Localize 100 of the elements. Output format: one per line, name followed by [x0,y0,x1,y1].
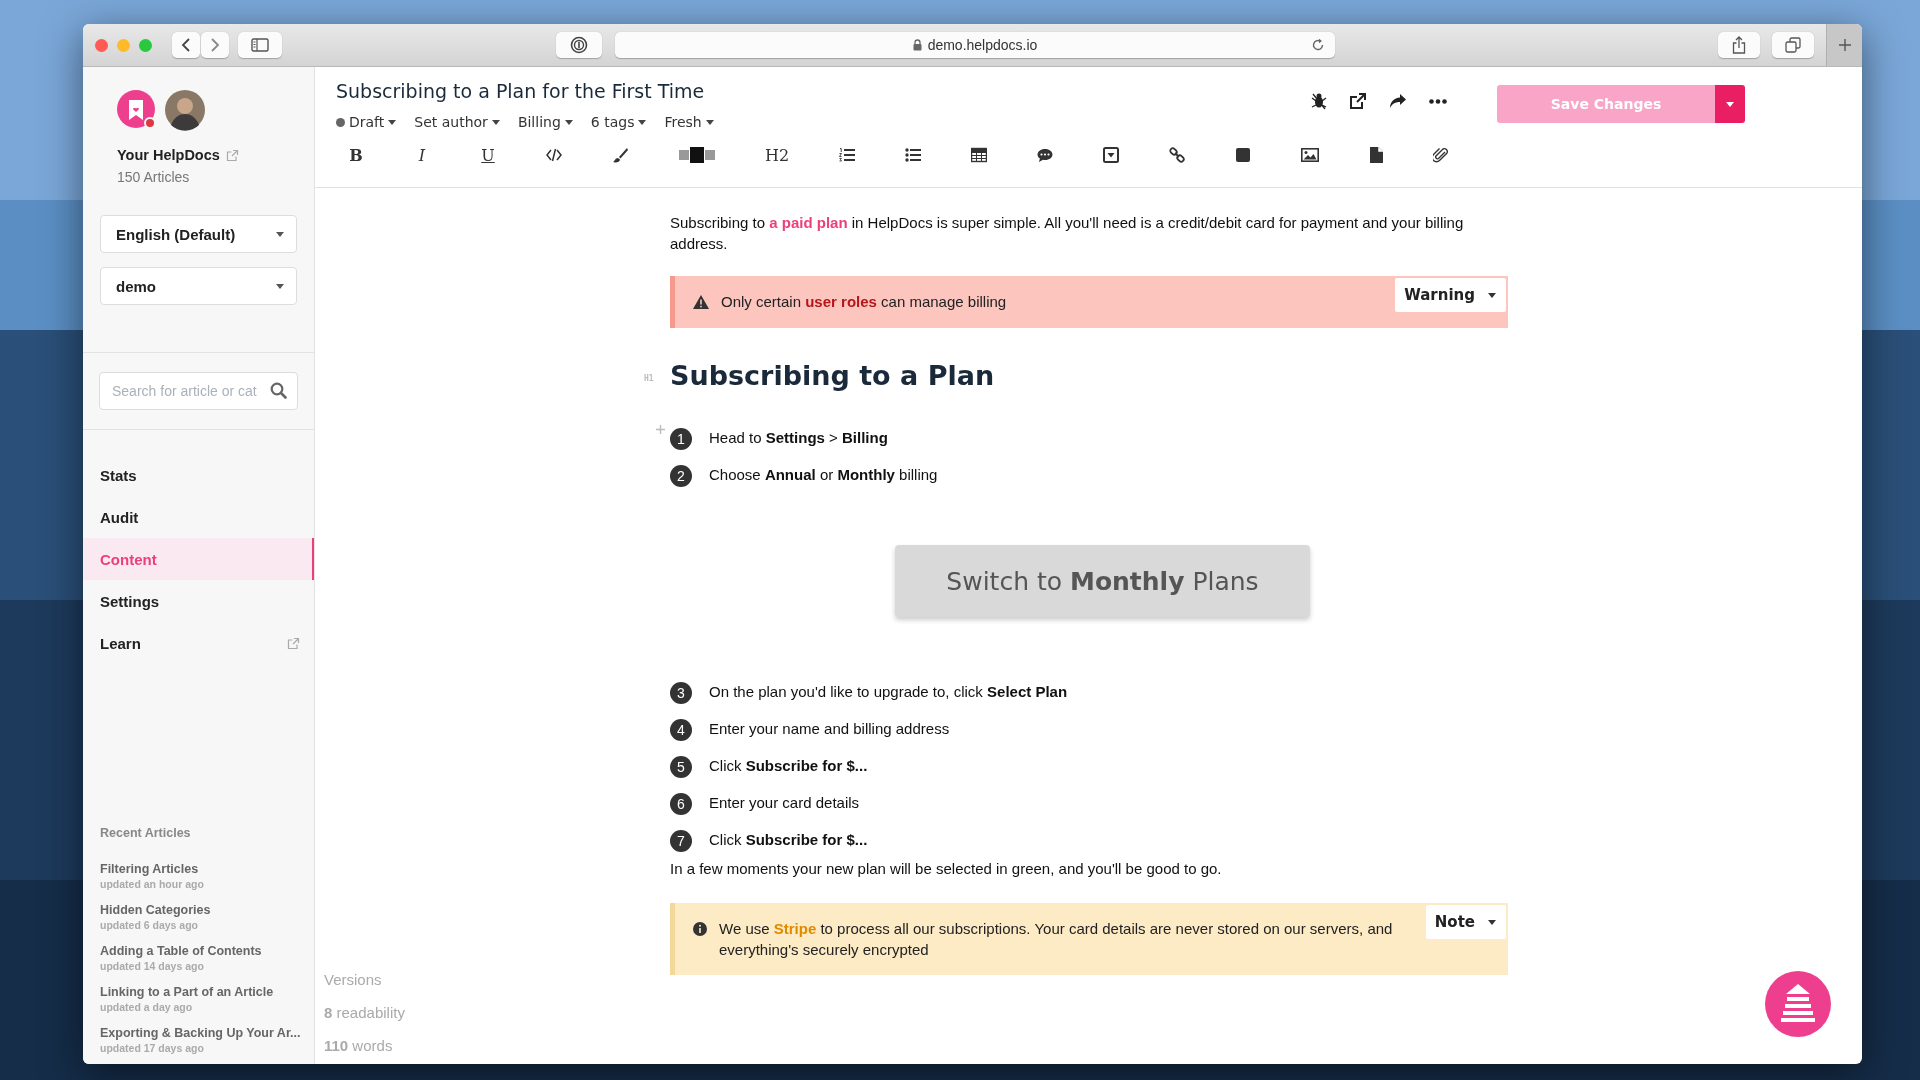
address-bar[interactable]: demo.helpdocs.io [615,32,1335,58]
chevron-right-icon [210,37,220,53]
step-text: Enter your name and billing address [709,720,950,737]
square-icon[interactable] [1235,147,1252,163]
bug-icon[interactable] [1311,92,1327,110]
forward-button[interactable] [201,32,229,58]
nav-item[interactable]: Stats [83,454,314,496]
tabs-icon [1785,37,1801,53]
color-swatches-icon[interactable] [679,147,715,163]
info-icon [693,922,707,936]
article-stat: 8 readability [324,1004,406,1021]
reload-icon[interactable] [1311,38,1325,52]
format-button[interactable]: B [348,145,364,165]
callout-type-dropdown[interactable]: Warning [1395,278,1506,312]
status-dropdown[interactable]: Draft [336,114,397,130]
step-number: 6 [670,793,692,815]
caret-icon [1488,292,1496,298]
section-heading: Subscribing to a Plan [670,360,995,391]
caret-icon [1488,919,1496,925]
section-heading: Recent Articles [100,826,192,840]
link[interactable]: a paid plan [769,214,848,231]
format-button[interactable]: U [480,145,496,165]
user-avatar[interactable] [164,89,206,131]
article-link[interactable]: Exporting & Backing Up Your Ar... [100,1026,301,1040]
caret-icon [388,119,397,125]
new-tab-button[interactable] [1826,24,1862,66]
status-dot-icon [336,117,345,127]
link[interactable]: user roles [805,293,877,310]
keyhole-icon [570,36,588,54]
table-icon[interactable] [971,147,988,163]
updated-time: updated 14 days ago [100,960,204,972]
chevron-left-icon [181,37,191,53]
meta-dropdown[interactable]: Fresh [664,114,714,130]
image-icon[interactable] [1301,147,1320,163]
more-icon[interactable] [1429,98,1447,104]
search-icon[interactable] [270,382,287,399]
share-button[interactable] [1718,32,1760,58]
search-field[interactable]: Search for article or cat [99,372,298,410]
step-text: Head to Settings > Billing [709,429,888,446]
help-chat-button[interactable] [1764,970,1832,1038]
format-button[interactable]: H2 [765,145,790,165]
warning-icon [693,295,709,309]
dropdown-select[interactable]: demo [100,267,297,305]
article-count: 150 Articles [117,169,191,185]
tabs-overview-button[interactable] [1772,32,1814,58]
caret-icon [276,283,284,289]
meta-dropdown[interactable]: Billing [517,114,573,130]
back-button[interactable] [172,32,200,58]
callout-type-dropdown[interactable]: Note [1425,905,1506,939]
plus-icon [1837,38,1852,52]
paperclip-icon[interactable] [1433,147,1450,163]
nav-item[interactable]: Settings [83,580,314,622]
article-stat: 110 words [324,1037,394,1054]
numbered-list-icon[interactable] [839,147,856,163]
document-icon[interactable] [1369,147,1384,163]
logo-icon [116,89,158,131]
article-link[interactable]: Adding a Table of Contents [100,944,262,958]
callout-text: We use Stripe to process all our subscriptions. Your card details are never stored on our servers, and everything's securely encrypted [719,919,1394,960]
dropdown-box-icon[interactable] [1103,147,1120,163]
caret-icon [491,119,500,125]
step-text: Click Subscribe for $... [709,757,868,774]
paragraph: Subscribing to a paid plan in HelpDocs is super simple. All you'll need is a credit/debit card for payment and your billing address. [670,213,1465,254]
paragraph: In a few moments your new plan will be selected in green, and you'll be good to go. [670,859,1223,879]
password-manager-button[interactable] [556,32,602,58]
callout-text: Only certain user roles can manage billing [721,292,1008,312]
link-icon[interactable] [1169,147,1186,163]
heading-level-label: H1 [644,374,655,383]
step-number: 1 [670,428,692,450]
speech-bubble-icon[interactable] [1037,147,1054,163]
step-number: 5 [670,756,692,778]
step-text: Click Subscribe for $... [709,831,868,848]
step-number: 4 [670,719,692,741]
format-button[interactable]: I [414,145,430,165]
updated-time: updated 17 days ago [100,1042,204,1054]
meta-dropdown[interactable]: Set author [414,114,500,130]
article-link[interactable]: Filtering Articles [100,862,199,876]
step-number: 2 [670,465,692,487]
bullet-list-icon[interactable] [905,147,922,163]
external-link-icon[interactable] [1349,92,1367,110]
sidebar-icon [251,38,269,52]
nav-item[interactable]: Learn [83,622,314,664]
article-title[interactable]: Subscribing to a Plan for the First Time [336,80,1311,102]
url-text: demo.helpdocs.io [927,37,1038,53]
meta-dropdown[interactable]: 6 tags [590,114,647,130]
article-stat: Versions [324,971,383,988]
external-link-icon [287,636,300,650]
share-icon [1732,36,1746,54]
step-text: Enter your card details [709,794,860,811]
caret-icon [638,119,647,125]
site-name[interactable]: Your HelpDocs [117,147,220,163]
code-icon[interactable] [546,147,562,163]
step-number: 3 [670,682,692,704]
caret-icon [1726,101,1734,107]
article-link[interactable]: Linking to a Part of an Article [100,985,274,999]
brush-icon[interactable] [612,147,629,163]
dropdown-select[interactable]: English (Default) [100,215,297,253]
article-link[interactable]: Hidden Categories [100,903,211,917]
sidebar-toggle-button[interactable] [238,32,282,58]
nav-item[interactable]: Audit [83,496,314,538]
share-icon[interactable] [1389,93,1407,109]
